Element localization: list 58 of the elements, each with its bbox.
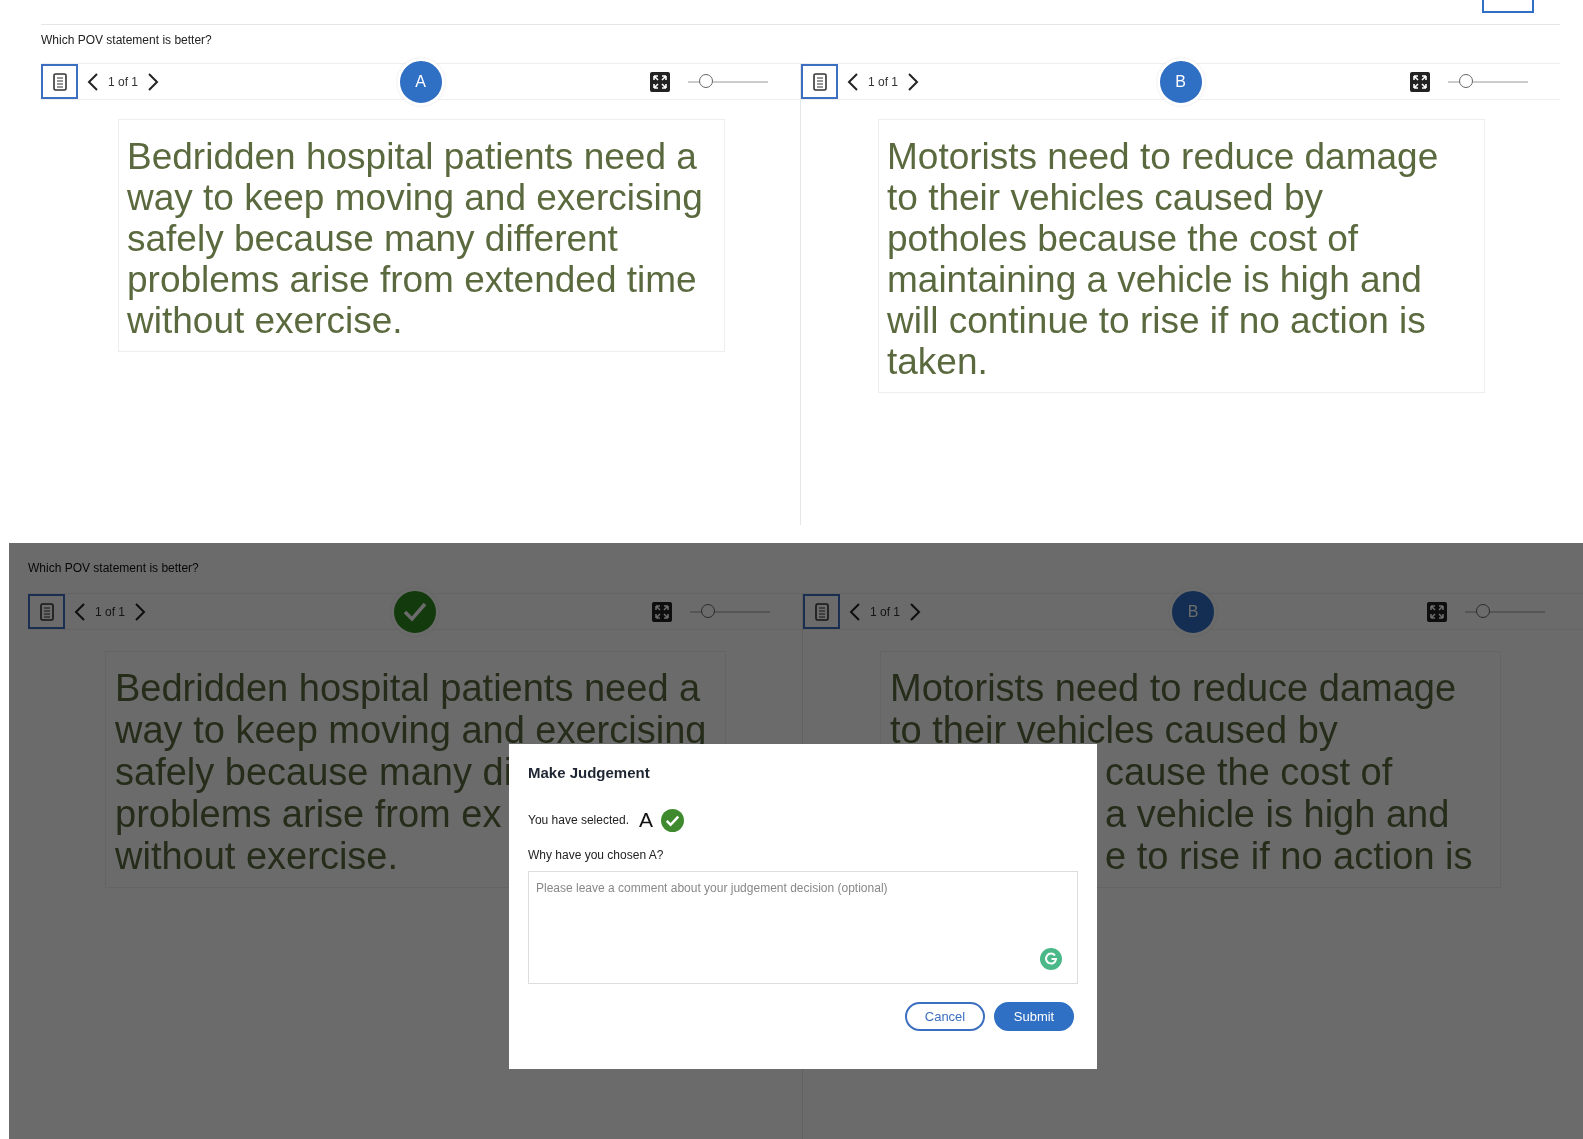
statement-line: a vehicle is high and [1105, 793, 1450, 835]
check-circle-icon [661, 808, 684, 832]
statement-line: potholes because the cost of [887, 218, 1359, 259]
document-view-button[interactable] [801, 64, 838, 99]
chevron-right-icon [147, 71, 160, 92]
chevron-left-icon [74, 601, 86, 622]
document-view-button[interactable] [41, 64, 78, 99]
cancel-button[interactable]: Cancel [905, 1002, 985, 1031]
page-icon [39, 602, 54, 621]
tab-edge [1482, 0, 1534, 13]
statement-line: will continue to rise if no action is [887, 300, 1426, 341]
page-icon [812, 72, 827, 91]
document-view-button[interactable] [803, 594, 840, 629]
page-counter: 1 of 1 [868, 74, 899, 89]
statement-line: without exercise. [127, 300, 403, 341]
expand-icon[interactable] [650, 71, 670, 92]
statement-line: without exercise. [115, 835, 398, 877]
page-counter: 1 of 1 [108, 74, 139, 89]
slider-thumb[interactable] [700, 604, 715, 618]
statement-line: way to keep moving and exercising [115, 709, 707, 751]
expand-icon[interactable] [1410, 71, 1430, 92]
statement-line: problems arise from ex [115, 793, 502, 835]
statement-line: Motorists need to reduce damage [887, 136, 1439, 177]
chevron-left-icon [847, 71, 859, 92]
document-view-button[interactable] [28, 594, 65, 629]
selection-label: You have selected. [528, 813, 629, 827]
selected-choice: A [638, 808, 653, 832]
chevron-left-icon [849, 601, 861, 622]
statement-line: cause the cost of [1105, 751, 1393, 793]
page-icon [52, 72, 67, 91]
page-counter: 1 of 1 [870, 604, 901, 619]
statement-line: taken. [887, 341, 988, 382]
statement-line: safely because many different [127, 218, 618, 259]
statement-line: Motorists need to reduce damage [890, 667, 1457, 709]
chevron-left-icon [87, 71, 99, 92]
statement-line: maintaining a vehicle is high and [887, 259, 1422, 300]
question-text: Which POV statement is better? [41, 32, 213, 49]
statement-line: way to keep moving and exercising [127, 177, 703, 218]
slider-thumb[interactable] [1458, 74, 1473, 88]
comment-field[interactable]: Please leave a comment about your judgement decision (optional) [528, 871, 1078, 984]
page-icon [814, 602, 829, 621]
statement-line: problems arise from extended time [127, 259, 697, 300]
question-text: Which POV statement is better? [28, 560, 200, 577]
chevron-right-icon [134, 601, 147, 622]
submit-button[interactable]: Submit [994, 1002, 1074, 1031]
statement-line: e to rise if no action is [1105, 835, 1473, 877]
slider-thumb[interactable] [698, 74, 713, 88]
statement-line: to their vehicles caused by [887, 177, 1323, 218]
page-counter: 1 of 1 [95, 604, 126, 619]
check-icon [402, 600, 428, 623]
statement-line: Bedridden hospital patients need a [127, 136, 697, 177]
chevron-right-icon [909, 601, 922, 622]
statement-line: Bedridden hospital patients need a [115, 667, 701, 709]
comment-label: Why have you chosen A? [528, 848, 665, 862]
dialog-title: Make Judgement [528, 764, 651, 781]
statement-line: to their vehicles caused by [890, 709, 1338, 751]
chevron-right-icon [907, 71, 920, 92]
slider-thumb[interactable] [1475, 604, 1490, 618]
